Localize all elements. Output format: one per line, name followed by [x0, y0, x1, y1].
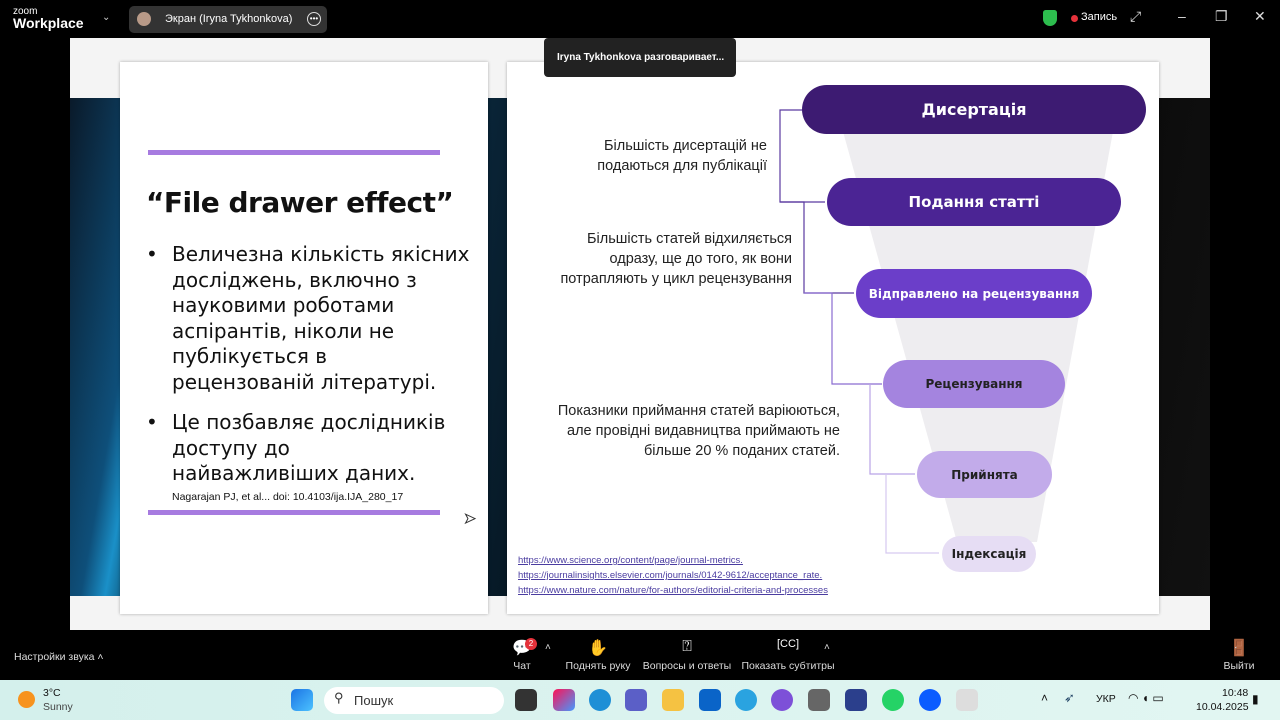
zoom-icon[interactable] [919, 689, 941, 711]
chevron-up-icon[interactable]: ˄ [545, 642, 551, 653]
cc-icon: [CC] [777, 638, 799, 650]
stage-accepted: Прийнята [917, 451, 1052, 498]
audio-settings-button[interactable]: Настройки звука ˄ [14, 651, 104, 663]
telegram-icon[interactable] [735, 689, 757, 711]
search-input[interactable]: Пошук [324, 687, 504, 714]
link[interactable]: https://www.nature.com/nature/for-author… [518, 583, 828, 598]
recording-label[interactable]: Запись [1081, 11, 1117, 23]
speaker-tooltip: Iryna Tykhonkova разговаривает... [544, 38, 736, 77]
more-icon[interactable]: ••• [307, 12, 321, 26]
left-slide: “File drawer effect” • Величезна кількіст… [120, 62, 488, 614]
divider [148, 150, 440, 155]
bullet-text: Це позбавляє дослідників доступу до найв… [172, 410, 446, 485]
bullet-text: Величезна кількість якісних досліджень, … [172, 242, 470, 394]
leave-button[interactable]: 🚪 Выйти [1222, 638, 1256, 672]
notification-icon[interactable]: ▮ [1252, 692, 1259, 706]
chat-badge: 2 [525, 638, 537, 650]
raise-hand-label: Поднять руку [565, 660, 631, 672]
divider [148, 510, 440, 515]
qa-button[interactable]: ⍰ Вопросы и ответы [642, 638, 732, 672]
hand-icon: ✋ [588, 640, 608, 657]
teams-icon[interactable] [625, 689, 647, 711]
link[interactable]: https://www.science.org/content/page/jou… [518, 553, 828, 568]
stage-sent-for-review: Відправлено на рецензування [856, 269, 1092, 318]
snipping-tool-icon[interactable] [956, 689, 978, 711]
slide-title: “File drawer effect” [146, 186, 454, 219]
restore-icon[interactable]: ❐ [1215, 8, 1228, 25]
chevron-down-icon[interactable]: ⌄ [102, 12, 110, 23]
citation: Nagarajan PJ, et al... doi: 10.4103/ija.… [172, 491, 404, 503]
stage-review: Рецензування [883, 360, 1065, 408]
qa-label: Вопросы и ответы [642, 660, 732, 672]
share-indicator[interactable]: Экран (Iryna Tykhonkova) [129, 6, 327, 33]
minimize-icon[interactable]: – [1178, 8, 1186, 24]
search-icon: ⚲ [334, 690, 344, 705]
fullscreen-icon[interactable]: ⤢ [1130, 8, 1141, 25]
edge-icon[interactable] [589, 689, 611, 711]
right-slide: Більшість дисертацій не подаються для пу… [507, 62, 1159, 614]
stage-indexing: Індексація [942, 536, 1036, 572]
record-dot-icon [1071, 15, 1078, 22]
app-icon[interactable] [845, 689, 867, 711]
chevron-up-icon[interactable]: ˄ [824, 642, 830, 653]
bullet: • Величезна кількість якісних досліджень,… [146, 242, 472, 395]
search-placeholder: Пошук [354, 693, 394, 708]
bullet: • Це позбавляє дослідників доступу до най… [146, 410, 462, 487]
clock-time[interactable]: 10:48 [1222, 687, 1248, 699]
windows-start-icon[interactable] [291, 689, 313, 711]
language-indicator[interactable]: УКР [1096, 693, 1116, 705]
reference-links: https://www.science.org/content/page/jou… [518, 553, 828, 598]
weather-label[interactable]: Sunny [43, 701, 73, 713]
close-icon[interactable]: ✕ [1254, 8, 1266, 25]
question-icon: ⍰ [682, 638, 692, 655]
stage-dissertation: Дисертація [802, 85, 1146, 134]
copilot-icon[interactable] [553, 689, 575, 711]
leave-label: Выйти [1223, 660, 1255, 672]
wifi-volume-battery-icons[interactable]: ◠ ◖ ▭ [1128, 691, 1164, 705]
whatsapp-icon[interactable] [882, 689, 904, 711]
logo: Workplace [13, 15, 84, 31]
chevron-up-icon[interactable]: ˄ [1041, 691, 1048, 705]
zoom-titlebar: zoom Workplace ⌄ Экран (Iryna Tykhonkova… [0, 0, 1280, 38]
file-explorer-icon[interactable] [662, 689, 684, 711]
captions-button[interactable]: [CC] Показать субтитры [741, 638, 835, 672]
note: Більшість статей відхиляється одразу, ще… [560, 231, 792, 287]
temperature[interactable]: 3°C [43, 687, 61, 699]
task-view-icon[interactable] [515, 689, 537, 711]
raise-hand-button[interactable]: ✋ Поднять руку [563, 638, 633, 672]
note: Показники приймання статей варіюються, а… [557, 403, 840, 459]
note: Більшість дисертацій не подаються для пу… [597, 138, 767, 174]
mouse-cursor-icon: ➤ [464, 510, 477, 527]
stage-submission: Подання статті [827, 178, 1121, 226]
security-shield-icon[interactable] [1043, 10, 1057, 26]
chatgpt-icon[interactable] [808, 689, 830, 711]
link[interactable]: https://journalinsights.elsevier.com/jou… [518, 568, 828, 583]
weather-sun-icon[interactable] [18, 691, 35, 708]
leave-icon: 🚪 [1229, 640, 1249, 657]
meeting-controls: Настройки звука ˄ 💬 Чат 2 ˄ ✋ Поднять руку… [0, 630, 1280, 680]
viber-icon[interactable] [771, 689, 793, 711]
audio-settings-label: Настройки звука [14, 651, 95, 663]
clock-date[interactable]: 10.04.2025 [1196, 701, 1249, 713]
outlook-icon[interactable] [699, 689, 721, 711]
windows-taskbar: 3°C Sunny Пошук ⚲ ˄ ➶ УКР ◠ ◖ ▭ 10:48 10… [0, 680, 1280, 720]
chat-label: Чат [513, 660, 531, 672]
avatar [137, 12, 151, 26]
captions-label: Показать субтитры [741, 660, 835, 672]
location-icon[interactable]: ➶ [1064, 690, 1075, 706]
